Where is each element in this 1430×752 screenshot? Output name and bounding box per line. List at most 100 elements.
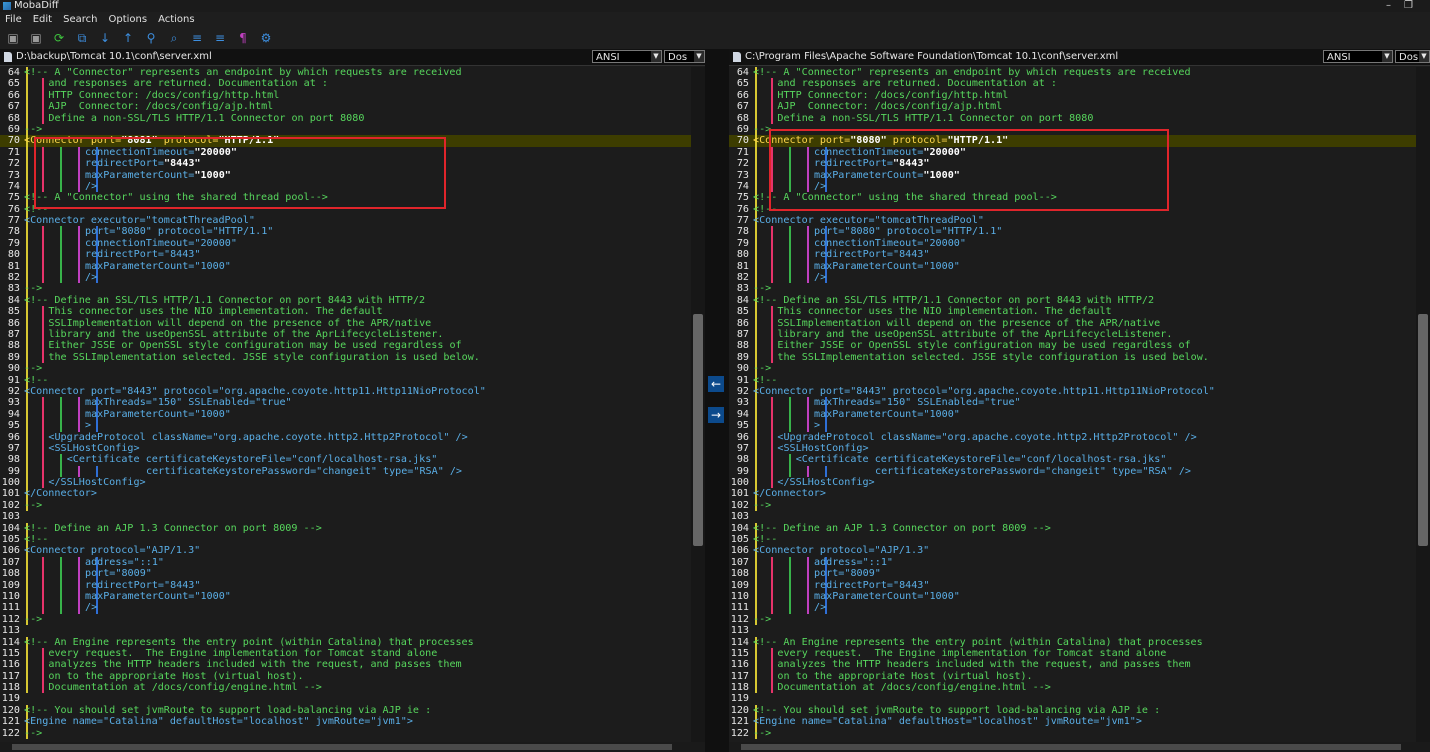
code-text: <Connector protocol="AJP/1.3" xyxy=(24,545,201,557)
line-number: 74 xyxy=(7,180,20,192)
indent-guide xyxy=(771,590,773,603)
code-text: This connector uses the NIO implementati… xyxy=(777,306,1112,318)
indent-guide xyxy=(42,590,44,603)
paragraph-icon[interactable]: ¶ xyxy=(236,31,250,45)
code-text: AJP Connector: /docs/config/ajp.html xyxy=(48,101,274,113)
code-line: 80 redirectPort="8443" xyxy=(729,249,1416,261)
left-eol-select[interactable]: Dos ▼ xyxy=(664,50,705,63)
indent-guide xyxy=(78,590,80,603)
line-number: 70 xyxy=(736,135,749,147)
code-line: 122 --> xyxy=(729,727,1416,740)
indent-guide xyxy=(771,670,773,683)
left-encoding-select[interactable]: ANSI ▼ xyxy=(592,50,662,63)
right-eol-select[interactable]: Dos ▼ xyxy=(1395,50,1430,63)
code-line: 107 address="::1" xyxy=(729,556,1416,569)
indent-guide xyxy=(26,78,28,90)
save-all-icon[interactable]: ▣ xyxy=(6,31,20,45)
code-line: 66 HTTP Connector: /docs/config/http.html xyxy=(0,89,691,102)
indent-guide xyxy=(42,682,44,694)
copy-to-left-button[interactable]: ← xyxy=(708,376,724,392)
indent-guide xyxy=(755,442,757,455)
right-vertical-scrollbar[interactable] xyxy=(1416,67,1430,742)
indent-guide xyxy=(771,226,773,238)
menu-edit[interactable]: Edit xyxy=(33,14,52,25)
indent-guide xyxy=(60,420,62,432)
line-number: 80 xyxy=(7,249,20,261)
prev-diff-icon[interactable]: ↑ xyxy=(121,31,135,45)
line-number: 91 xyxy=(736,374,749,386)
code-line: 89 the SSLImplementation selected. JSSE s… xyxy=(729,351,1416,364)
left-file-path: D:\backup\Tomcat 10.1\conf\server.xml xyxy=(16,51,212,62)
save-icon[interactable]: ▣ xyxy=(29,31,43,45)
line-number: 117 xyxy=(1,670,20,682)
line-number: 68 xyxy=(7,112,20,124)
indent-guide xyxy=(78,249,80,261)
maximize-icon[interactable]: ❐ xyxy=(1404,0,1413,12)
code-line: 64 <!-- A "Connector" represents an endpo… xyxy=(0,67,691,79)
menu-file[interactable]: File xyxy=(5,14,22,25)
indent-guide xyxy=(60,579,62,591)
code-text: </SSLHostConfig> xyxy=(48,477,146,489)
scroll-thumb[interactable] xyxy=(693,314,703,546)
line-number: 105 xyxy=(730,534,749,546)
diff-highlight-box xyxy=(34,137,446,209)
line-number: 69 xyxy=(736,123,749,135)
indent-guide xyxy=(771,465,773,478)
code-text: connectionTimeout="20000" xyxy=(85,237,237,249)
code-line: 68 Define a non-SSL/TLS HTTP/1.1 Connecto… xyxy=(0,112,691,124)
search-icon[interactable]: ⚲ xyxy=(144,31,158,45)
indent-guide xyxy=(26,477,28,489)
line-number: 100 xyxy=(1,477,20,489)
next-diff-icon[interactable]: ↓ xyxy=(98,31,112,45)
code-text: <!-- An Engine represents the entry poin… xyxy=(24,636,474,648)
right-horizontal-scrollbar[interactable] xyxy=(729,742,1430,752)
indent-guide xyxy=(42,647,44,660)
line-number: 72 xyxy=(736,158,749,170)
copy-icon[interactable]: ⧉ xyxy=(75,31,89,45)
code-line: 103 xyxy=(729,511,1416,522)
left-vertical-scrollbar[interactable] xyxy=(691,67,705,742)
indent-guide xyxy=(26,351,28,364)
align-right-icon[interactable]: ≡ xyxy=(213,31,227,45)
find-replace-icon[interactable]: ⌕ xyxy=(167,31,181,45)
left-horizontal-scrollbar[interactable] xyxy=(0,742,705,752)
indent-guide xyxy=(771,420,773,432)
code-text: redirectPort="8443" xyxy=(814,579,930,591)
line-number: 92 xyxy=(7,385,20,397)
code-text: connectionTimeout="20000" xyxy=(814,237,966,249)
settings-icon[interactable]: ⚙ xyxy=(259,31,273,45)
code-text: /> xyxy=(814,272,827,284)
code-text: This connector uses the NIO implementati… xyxy=(48,306,383,318)
menu-options[interactable]: Options xyxy=(108,14,147,25)
line-number: 120 xyxy=(730,704,749,716)
line-number: 103 xyxy=(1,511,20,523)
line-number: 97 xyxy=(7,442,20,454)
code-line: 86 SSLImplementation will depend on the p… xyxy=(0,317,691,329)
code-line: 90 --> xyxy=(729,363,1416,375)
copy-to-right-button[interactable]: → xyxy=(708,407,724,423)
align-left-icon[interactable]: ≡ xyxy=(190,31,204,45)
scroll-thumb[interactable] xyxy=(741,744,1401,750)
menu-search[interactable]: Search xyxy=(63,14,97,25)
indent-guide xyxy=(755,317,757,329)
minimize-icon[interactable]: – xyxy=(1386,0,1391,12)
code-text: --> xyxy=(753,363,772,375)
scroll-thumb[interactable] xyxy=(12,744,672,750)
menu-actions[interactable]: Actions xyxy=(158,14,195,25)
code-text: analyzes the HTTP headers included with … xyxy=(777,659,1191,671)
refresh-icon[interactable]: ⟳ xyxy=(52,31,66,45)
line-number: 77 xyxy=(736,215,749,227)
right-encoding-select[interactable]: ANSI ▼ xyxy=(1323,50,1393,63)
code-line: 112 --> xyxy=(729,613,1416,626)
code-text: certificateKeystorePassword="changeit" t… xyxy=(875,465,1192,477)
code-line: 106 <Connector protocol="AJP/1.3" xyxy=(729,545,1416,557)
scroll-thumb[interactable] xyxy=(1418,314,1428,546)
code-text: SSLImplementation will depend on the pre… xyxy=(777,317,1161,329)
code-line: 78 port="8080" protocol="HTTP/1.1" xyxy=(0,226,691,238)
code-line: 108 port="8009" xyxy=(0,568,691,580)
code-text: maxParameterCount="1000" xyxy=(85,260,231,272)
code-line: 95 > xyxy=(0,420,691,432)
code-text: maxParameterCount="1000" xyxy=(85,408,231,420)
indent-guide xyxy=(26,431,28,443)
indent-guide xyxy=(78,397,80,409)
